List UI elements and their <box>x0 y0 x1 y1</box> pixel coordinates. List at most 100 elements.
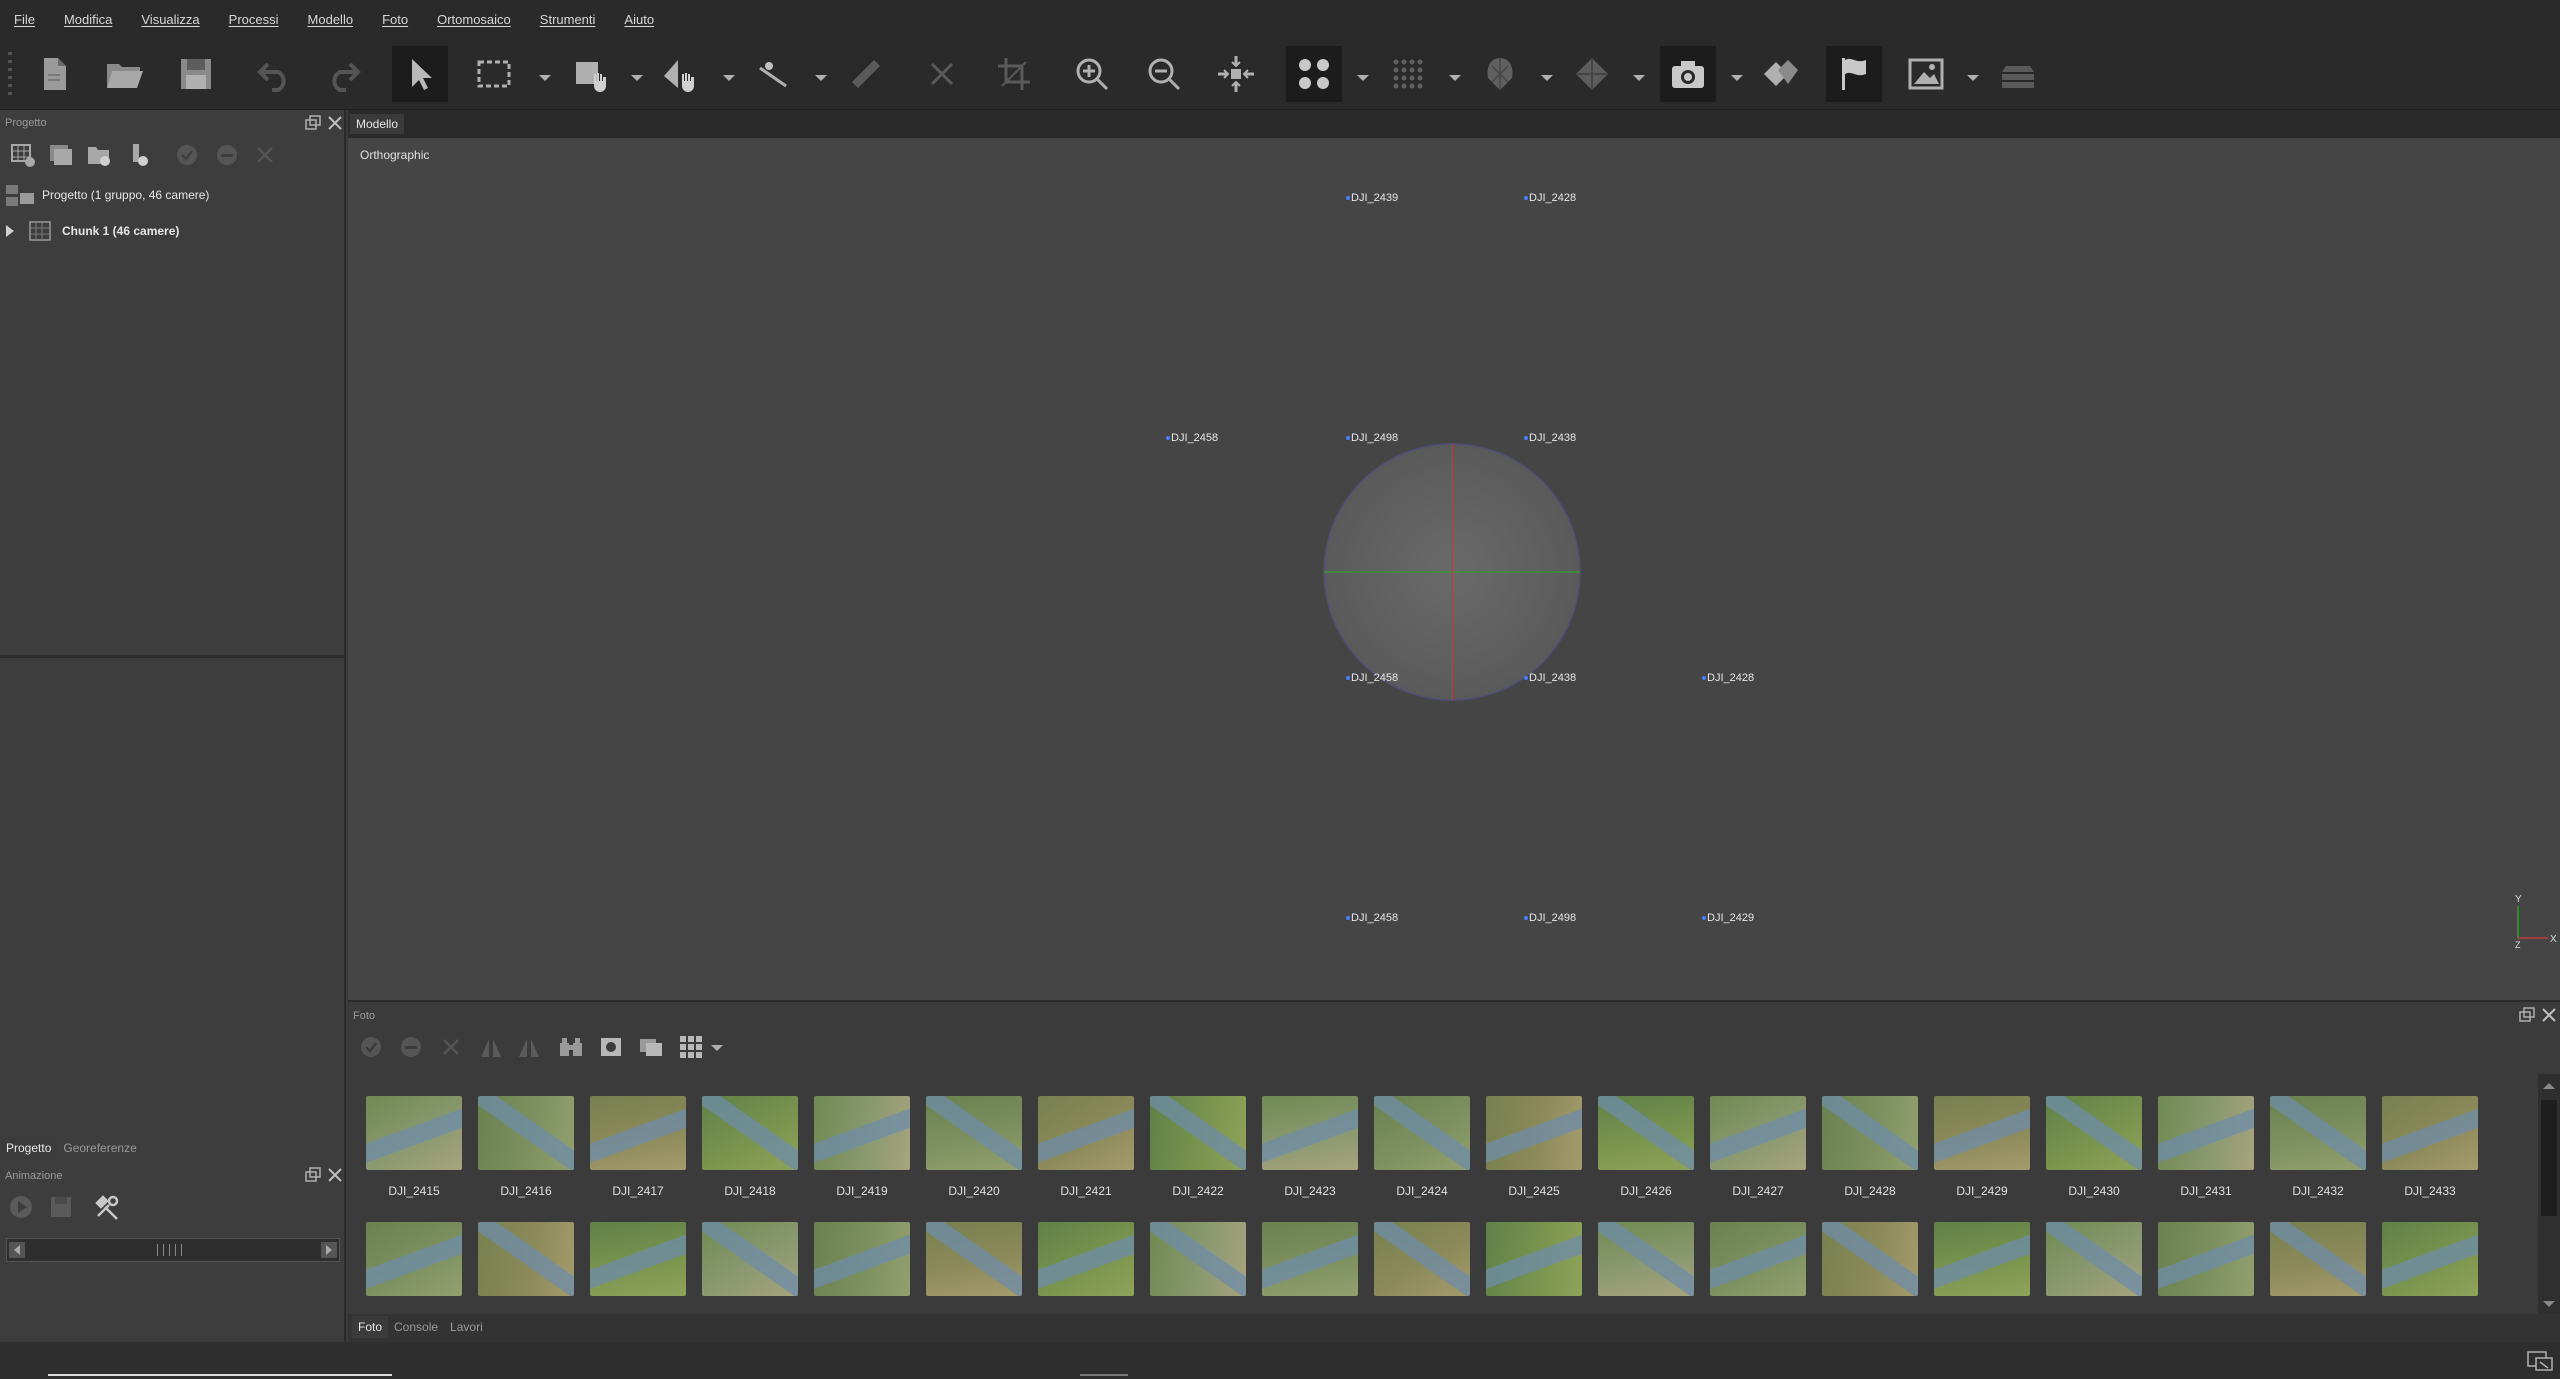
photo-thumbnail[interactable] <box>926 1222 1022 1296</box>
measure-dropdown-arrow[interactable] <box>814 72 828 82</box>
photo-thumbnail[interactable] <box>2382 1222 2478 1296</box>
add-chunk-button[interactable] <box>6 138 40 172</box>
menu-foto[interactable]: Foto <box>378 8 412 31</box>
photo-thumbnail[interactable] <box>1486 1096 1582 1170</box>
dense-cloud-button[interactable] <box>1380 46 1436 102</box>
show-layers-button[interactable] <box>1990 46 2046 102</box>
redo-button[interactable] <box>316 46 372 102</box>
expand-arrow-icon[interactable] <box>4 224 16 238</box>
selection-dropdown-arrow[interactable] <box>538 72 552 82</box>
animation-timeline-slider[interactable] <box>6 1238 340 1262</box>
points-dropdown-arrow[interactable] <box>1356 72 1370 82</box>
ruler-button[interactable] <box>838 46 894 102</box>
rotate-object-button[interactable] <box>652 46 708 102</box>
view-mode-dropdown-arrow[interactable] <box>710 1042 724 1052</box>
photo-thumbnail[interactable] <box>1710 1096 1806 1170</box>
photo-thumbnail[interactable] <box>2158 1222 2254 1296</box>
camera-label[interactable]: DJI_2458 <box>1346 672 1398 684</box>
menu-file[interactable]: File <box>10 8 39 31</box>
photos-scrollbar[interactable] <box>2538 1074 2560 1316</box>
menu-processi[interactable]: Processi <box>225 8 283 31</box>
filter-photos-button[interactable] <box>554 1030 588 1064</box>
measure-button[interactable] <box>746 46 802 102</box>
animation-float-button[interactable] <box>304 1166 322 1184</box>
tab-lavori[interactable]: Lavori <box>444 1316 489 1338</box>
photo-thumbnail[interactable] <box>1598 1096 1694 1170</box>
photos-float-button[interactable] <box>2518 1006 2536 1024</box>
screen-layout-icon[interactable] <box>2526 1350 2554 1372</box>
photo-thumbnail[interactable] <box>2270 1222 2366 1296</box>
photo-thumbnail[interactable] <box>2158 1096 2254 1170</box>
mask-button[interactable] <box>594 1030 628 1064</box>
add-photos-button[interactable] <box>44 138 78 172</box>
menu-modifica[interactable]: Modifica <box>60 8 116 31</box>
images-dropdown-arrow[interactable] <box>1966 72 1980 82</box>
photo-thumbnail[interactable] <box>1486 1222 1582 1296</box>
reset-view-button[interactable] <box>1208 46 1264 102</box>
rectangle-selection-button[interactable] <box>466 46 522 102</box>
crop-selection-button[interactable] <box>986 46 1042 102</box>
camera-label[interactable]: DJI_2439 <box>1346 192 1398 204</box>
disable-button[interactable] <box>210 138 244 172</box>
camera-dropdown-arrow[interactable] <box>1730 72 1744 82</box>
dense-cloud-dropdown-arrow[interactable] <box>1448 72 1462 82</box>
camera-label[interactable]: DJI_2458 <box>1346 912 1398 924</box>
zoom-in-button[interactable] <box>1064 46 1120 102</box>
scroll-up-icon[interactable] <box>2538 1080 2560 1092</box>
panel-divider[interactable] <box>0 655 346 658</box>
enable-button[interactable] <box>170 138 204 172</box>
add-marker-button[interactable] <box>122 138 156 172</box>
photo-thumbnail[interactable] <box>1934 1222 2030 1296</box>
new-document-button[interactable] <box>26 46 82 102</box>
camera-label[interactable]: DJI_2428 <box>1524 192 1576 204</box>
tab-modello[interactable]: Modello <box>350 114 405 134</box>
photo-thumbnail[interactable] <box>702 1096 798 1170</box>
photo-thumbnail[interactable] <box>2046 1222 2142 1296</box>
photo-thumbnail[interactable] <box>366 1222 462 1296</box>
save-button[interactable] <box>168 46 224 102</box>
photo-thumbnail[interactable] <box>1038 1222 1134 1296</box>
animation-close-button[interactable] <box>326 1166 344 1184</box>
photo-thumbnail[interactable] <box>1934 1096 2030 1170</box>
remove-camera-button[interactable] <box>434 1030 468 1064</box>
camera-label[interactable]: DJI_2429 <box>1702 912 1754 924</box>
photo-thumbnail[interactable] <box>814 1096 910 1170</box>
model-viewport[interactable]: Orthographic DJI_2439 DJI_2428 DJI_2458 … <box>348 138 2560 1000</box>
camera-label[interactable]: DJI_2428 <box>1702 672 1754 684</box>
animation-settings-button[interactable] <box>90 1190 124 1224</box>
scrollbar-thumb[interactable] <box>2541 1100 2557 1216</box>
photo-thumbnail[interactable] <box>1262 1096 1358 1170</box>
thumbnail-view-button[interactable] <box>674 1030 708 1064</box>
camera-label[interactable]: DJI_2458 <box>1166 432 1218 444</box>
photo-thumbnail[interactable] <box>1150 1222 1246 1296</box>
save-animation-button[interactable] <box>44 1190 78 1224</box>
chunk-row[interactable]: Chunk 1 (46 camere) <box>0 214 344 248</box>
scroll-down-icon[interactable] <box>2538 1298 2560 1310</box>
photo-thumbnail[interactable] <box>1150 1096 1246 1170</box>
timeline-right-arrow[interactable] <box>321 1242 337 1258</box>
photo-thumbnail[interactable] <box>1374 1222 1470 1296</box>
show-cameras-button[interactable] <box>1286 46 1342 102</box>
menu-ortomosaico[interactable]: Ortomosaico <box>433 8 515 31</box>
photo-thumbnail[interactable] <box>926 1096 1022 1170</box>
photo-thumbnail[interactable] <box>1374 1096 1470 1170</box>
show-markers-button[interactable] <box>1826 46 1882 102</box>
rotate-dropdown-arrow[interactable] <box>722 72 736 82</box>
play-animation-button[interactable] <box>4 1190 38 1224</box>
camera-label[interactable]: DJI_2438 <box>1524 432 1576 444</box>
show-cameras-toggle[interactable] <box>1660 46 1716 102</box>
zoom-out-button[interactable] <box>1136 46 1192 102</box>
photo-thumbnail[interactable] <box>590 1096 686 1170</box>
photo-thumbnail[interactable] <box>702 1222 798 1296</box>
toolbar-grip[interactable] <box>8 52 12 98</box>
panel-float-button[interactable] <box>304 114 322 132</box>
camera-label[interactable]: DJI_2498 <box>1524 912 1576 924</box>
mesh-button[interactable] <box>1472 46 1528 102</box>
menu-aiuto[interactable]: Aiuto <box>620 8 658 31</box>
menu-modello[interactable]: Modello <box>304 8 358 31</box>
delete-selection-button[interactable] <box>914 46 970 102</box>
textured-dropdown-arrow[interactable] <box>1632 72 1646 82</box>
camera-label[interactable]: DJI_2498 <box>1346 432 1398 444</box>
show-shapes-button[interactable] <box>1752 46 1808 102</box>
rotate-left-button[interactable] <box>512 1030 546 1064</box>
